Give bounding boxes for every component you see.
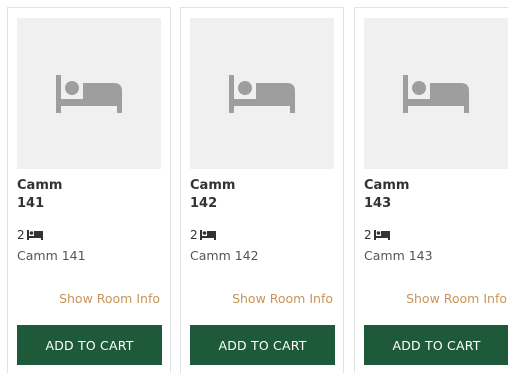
bed-icon <box>56 74 122 113</box>
bed-icon <box>229 74 295 113</box>
room-type: Camm <box>190 178 236 193</box>
room-card: Camm 142 2 Camm 142 Show Room Info ADD T… <box>180 7 344 373</box>
room-type: Camm <box>364 178 410 193</box>
show-room-info-link[interactable]: Show Room Info <box>59 291 160 307</box>
bed-count: 2 <box>364 227 390 243</box>
bed-count: 2 <box>190 227 216 243</box>
show-room-info-link[interactable]: Show Room Info <box>232 291 333 307</box>
show-room-info-link[interactable]: Show Room Info <box>406 291 507 307</box>
room-card: Camm 143 2 Camm 143 Show Room Info ADD T… <box>354 7 508 373</box>
bed-icon <box>403 74 469 113</box>
room-number: 143 <box>364 196 392 211</box>
add-to-cart-button[interactable]: ADD TO CART <box>190 325 335 365</box>
room-image-placeholder <box>364 18 508 169</box>
bed-count: 2 <box>17 227 43 243</box>
room-description: Camm 142 <box>190 248 259 263</box>
room-carousel: Camm 141 2 Camm 141 Show Room Info ADD T… <box>0 0 508 373</box>
bed-icon <box>373 230 390 240</box>
room-number: 141 <box>17 196 45 211</box>
bed-count-value: 2 <box>17 228 25 242</box>
bed-icon <box>26 230 43 240</box>
room-card: Camm 141 2 Camm 141 Show Room Info ADD T… <box>7 7 171 373</box>
room-type: Camm <box>17 178 63 193</box>
room-description: Camm 143 <box>364 248 433 263</box>
room-image-placeholder <box>17 18 161 169</box>
room-description: Camm 141 <box>17 248 86 263</box>
room-image-placeholder <box>190 18 334 169</box>
bed-icon <box>199 230 216 240</box>
bed-count-value: 2 <box>364 228 372 242</box>
bed-count-value: 2 <box>190 228 198 242</box>
add-to-cart-button[interactable]: ADD TO CART <box>364 325 508 365</box>
add-to-cart-button[interactable]: ADD TO CART <box>17 325 162 365</box>
room-number: 142 <box>190 196 218 211</box>
